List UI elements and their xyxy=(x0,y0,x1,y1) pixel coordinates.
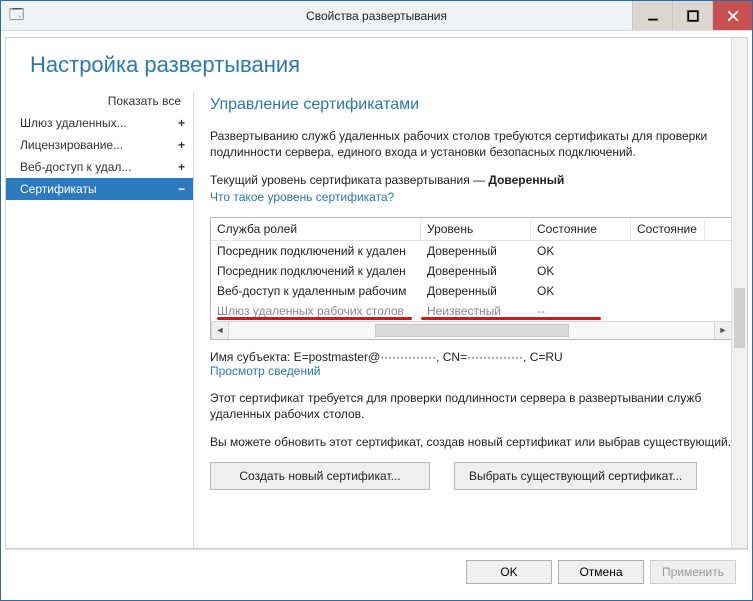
show-all-link[interactable]: Показать все xyxy=(6,92,193,112)
sidebar-item-label: Шлюз удаленных... xyxy=(20,116,127,130)
table-row[interactable]: Посредник подключений к удален Доверенны… xyxy=(211,241,732,261)
scroll-thumb[interactable] xyxy=(375,324,569,337)
titlebar: 🗔 Свойства развертывания xyxy=(1,1,752,31)
subject-label: Имя субъекта: xyxy=(210,350,294,364)
cancel-button[interactable]: Отмена xyxy=(558,560,644,584)
expand-icon: + xyxy=(178,138,185,152)
ok-button[interactable]: OK xyxy=(466,560,552,584)
scroll-right-icon[interactable]: ► xyxy=(714,322,732,339)
body-area: Настройка развертывания Показать все Шлю… xyxy=(1,31,752,600)
inner-panel: Настройка развертывания Показать все Шлю… xyxy=(5,37,748,549)
scroll-left-icon[interactable]: ◄ xyxy=(211,322,229,339)
vscroll-thumb[interactable] xyxy=(734,288,745,348)
level-prefix: Текущий уровень сертификата развертывани… xyxy=(210,173,488,187)
subject-details-link[interactable]: Просмотр сведений xyxy=(210,364,321,378)
sidebar-item-licensing[interactable]: Лицензирование... + xyxy=(6,134,193,156)
cert-table: Служба ролей Уровень Состояние Состояние… xyxy=(210,217,733,340)
cert-level-line: Текущий уровень сертификата развертывани… xyxy=(210,172,733,204)
table-row[interactable]: Посредник подключений к удален Доверенны… xyxy=(211,261,732,281)
sidebar-item-certificates[interactable]: Сертификаты − xyxy=(6,178,193,200)
deployment-properties-window: 🗔 Свойства развертывания Настройка разве… xyxy=(0,0,753,601)
page-title: Настройка развертывания xyxy=(30,52,747,78)
expand-icon: + xyxy=(178,160,185,174)
horizontal-scrollbar[interactable]: ◄ ► xyxy=(211,321,732,339)
select-existing-cert-button[interactable]: Выбрать существующий сертификат... xyxy=(454,462,697,490)
sidebar-item-gateway[interactable]: Шлюз удаленных... + xyxy=(6,112,193,134)
dialog-footer: OK Отмена Применить xyxy=(5,549,748,594)
update-text: Вы можете обновить этот сертификат, созд… xyxy=(210,434,733,450)
content-pane: Управление сертификатами Развертыванию с… xyxy=(194,92,747,548)
level-help-link[interactable]: Что такое уровень сертификата? xyxy=(210,190,394,204)
table-row[interactable]: Веб-доступ к удаленным рабочим Доверенны… xyxy=(211,281,732,301)
sidebar-item-webaccess[interactable]: Веб-доступ к удал... + xyxy=(6,156,193,178)
sidebar-item-label: Веб-доступ к удал... xyxy=(20,160,131,174)
subject-value: E=postmaster@··············, CN=········… xyxy=(294,350,563,364)
create-cert-button[interactable]: Создать новый сертификат... xyxy=(210,462,430,490)
expand-icon: + xyxy=(178,116,185,130)
scroll-track[interactable] xyxy=(229,322,714,339)
table-header: Служба ролей Уровень Состояние Состояние xyxy=(211,218,732,241)
cert-buttons: Создать новый сертификат... Выбрать суще… xyxy=(210,462,733,490)
subject-line: Имя субъекта: E=postmaster@·············… xyxy=(210,350,733,378)
col-state2[interactable]: Состояние xyxy=(631,218,705,240)
col-role[interactable]: Служба ролей xyxy=(211,218,421,240)
vertical-scrollbar[interactable] xyxy=(731,38,747,548)
col-state1[interactable]: Состояние xyxy=(531,218,631,240)
need-text: Этот сертификат требуется для проверки п… xyxy=(210,390,733,422)
level-value: Доверенный xyxy=(488,173,564,187)
apply-button[interactable]: Применить xyxy=(650,560,736,584)
sidebar-item-label: Сертификаты xyxy=(20,182,97,196)
intro-text: Развертыванию служб удаленных рабочих ст… xyxy=(210,128,733,160)
sidebar: Показать все Шлюз удаленных... + Лицензи… xyxy=(6,92,194,548)
section-heading: Управление сертификатами xyxy=(210,96,733,114)
window-title: Свойства развертывания xyxy=(1,9,752,23)
col-level[interactable]: Уровень xyxy=(421,218,531,240)
collapse-icon: − xyxy=(178,182,185,196)
sidebar-item-label: Лицензирование... xyxy=(20,138,123,152)
